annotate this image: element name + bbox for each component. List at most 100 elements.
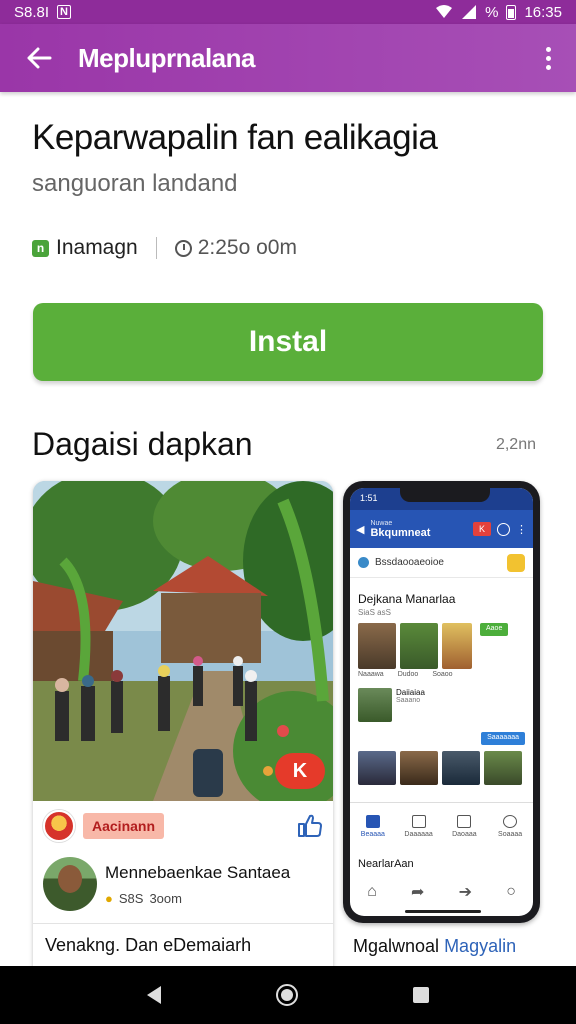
rating-star-icon: ● [105,890,113,906]
phone-share-icon: ➦ [410,884,425,901]
phone-thumb-caption: Soaoo [432,671,453,678]
clock-time: 16:35 [524,3,562,21]
app-meta-row: n Inamagn 2:25o o0m [32,236,297,260]
author-block: Mennebaenkae Santaea ● S8S 3oom [43,857,290,911]
phone-caption-highlight: Magyalin [444,936,517,956]
author-avatar[interactable] [43,857,97,911]
screenshots-section-title: Dagaisi dapkan [32,426,253,462]
phone-item-thumb [358,688,392,722]
phone-blue-button-wrap: Saaaaaaa [350,722,533,749]
phone-home-indicator [405,910,481,913]
phone-appbar-title: Bkqumneat [370,526,431,539]
phone-photo [400,751,438,785]
more-vert-icon[interactable] [520,46,576,70]
phone-thumb-row: Aaoe [350,619,533,669]
app-bar: Mepluprnalana [0,24,576,92]
phone-caption: Mgalwnoal Magyalin [353,936,516,957]
phone-thumb-captions: Naaawa Dudoo Soaoo [350,669,533,680]
app-subtitle: sanguoran landand [32,170,238,197]
phone-tab-4: Soaaaa [487,803,533,850]
phone-tab-label: Soaaaa [498,831,523,838]
play-store-app-detail-screen: S8.8I N % 16:35 Mepluprnalana Keparwapal… [0,0,576,1024]
app-size: 2:25o o0m [197,236,297,259]
phone-forward-icon: ➔ [458,884,472,901]
nav-back-icon[interactable] [147,986,162,1004]
screenshot-card-phone[interactable]: 1:51 ◀ Nuwae Bkqumneat K ⋮ Bssdaooaeoioe… [343,481,540,923]
phone-photo [484,751,522,785]
clock-icon [174,239,192,257]
status-bar: S8.8I N % 16:35 [0,0,576,24]
phone-item-row: Daiiaiaa Saaano [350,680,533,722]
thumbs-up-icon[interactable] [297,814,323,838]
phone-notch [400,488,490,502]
phone-thumb [442,623,472,669]
app-title: Keparwapalin fan ealikagia [32,118,438,157]
app-bar-title: Mepluprnalana [78,42,255,73]
phone-home-icon [365,815,380,828]
phone-thumb-caption: Naaawa [358,671,384,678]
phone-photo-row [350,749,533,785]
phone-tab-label: Beaaaa [360,831,385,838]
phone-thumb-caption: Dudoo [397,671,419,678]
screenshots-count[interactable]: 2,2nn [496,436,536,454]
phone-tab-2: Daaaaaa [396,803,442,850]
tag-label[interactable]: Aacinann [83,813,165,839]
phone-chat-icon [457,815,472,828]
phone-tab-label: Daoaaa [452,831,477,838]
author-name: Mennebaenkae Santaea [105,862,291,882]
card-divider [33,923,333,924]
phone-item-sub: Saaano [396,697,421,704]
phone-heading-sub: SiaS asS [358,608,391,617]
phone-tab-home: Beaaaa [350,803,396,850]
phone-section2-title: NearlarAan [358,858,414,870]
developer-icon: n [32,239,49,257]
phone-house-icon: ⌂ [367,883,377,900]
phone-search-icon [358,557,369,568]
phone-tab-bar: Beaaaa Daaaaaa Daoaaa Soaaaa [350,802,533,850]
phone-search-row: Bssdaooaeoioe [350,548,533,578]
red-badge-button[interactable]: K [275,753,325,789]
author-rating: S8S [118,890,144,906]
card1-caption: Venakng. Dan eDemaiarh [45,935,252,955]
phone-profile-icon [503,815,518,828]
battery-text: % [485,3,499,21]
phone-photo [358,751,396,785]
phone-item-title: Daiiaiaa [396,688,425,697]
phone-appbar-prefix: Nuwae [370,519,393,527]
phone-screen: 1:51 ◀ Nuwae Bkqumneat K ⋮ Bssdaooaeoioe… [350,488,533,916]
phone-status-time: 1:51 [360,493,378,503]
phone-clock-icon [497,522,510,536]
card-tag-row: Aacinann [33,801,333,851]
screenshot-card-village[interactable]: K Aacinann Mennebaenkae Santaea ● S8S 3o… [33,481,333,971]
back-arrow-icon[interactable] [0,47,78,69]
nav-recents-icon[interactable] [412,987,429,1003]
author-meta-text: 3oom [149,890,182,906]
phone-user-icon: ○ [506,883,516,900]
phone-back-icon: ◀ [356,523,365,536]
signal-icon [462,5,477,19]
phone-doc-icon [411,815,426,828]
nav-home-icon[interactable] [275,984,298,1006]
phone-blue-button: Saaaaaaa [481,732,525,745]
system-navigation-bar [0,966,576,1024]
phone-emoji-icon [507,553,525,572]
carrier-text: S8.8I [14,3,50,21]
phone-more-icon: ⋮ [516,523,527,536]
phone-flag-icon: K [473,522,491,536]
phone-tab-label: Daaaaaa [404,831,433,838]
install-button[interactable]: Instal [33,303,543,381]
phone-tab-3: Daoaaa [442,803,488,850]
phone-bottom-nav: ⌂ ➦ ➔ ○ [350,876,533,908]
developer-name[interactable]: Inamagn [56,236,138,260]
phone-thumb [400,623,438,669]
meta-divider [155,237,157,259]
phone-caption-prefix: Mgalwnoal [353,936,440,956]
author-meta: ● S8S 3oom [105,891,290,906]
phone-app-bar: ◀ Nuwae Bkqumneat K ⋮ [350,510,533,548]
phone-photo [442,751,480,785]
notification-icon: N [57,5,71,19]
channel-avatar[interactable] [43,810,75,842]
phone-green-button: Aaoe [480,623,509,636]
wifi-icon [436,5,453,18]
phone-status-bar: 1:51 [350,488,533,510]
